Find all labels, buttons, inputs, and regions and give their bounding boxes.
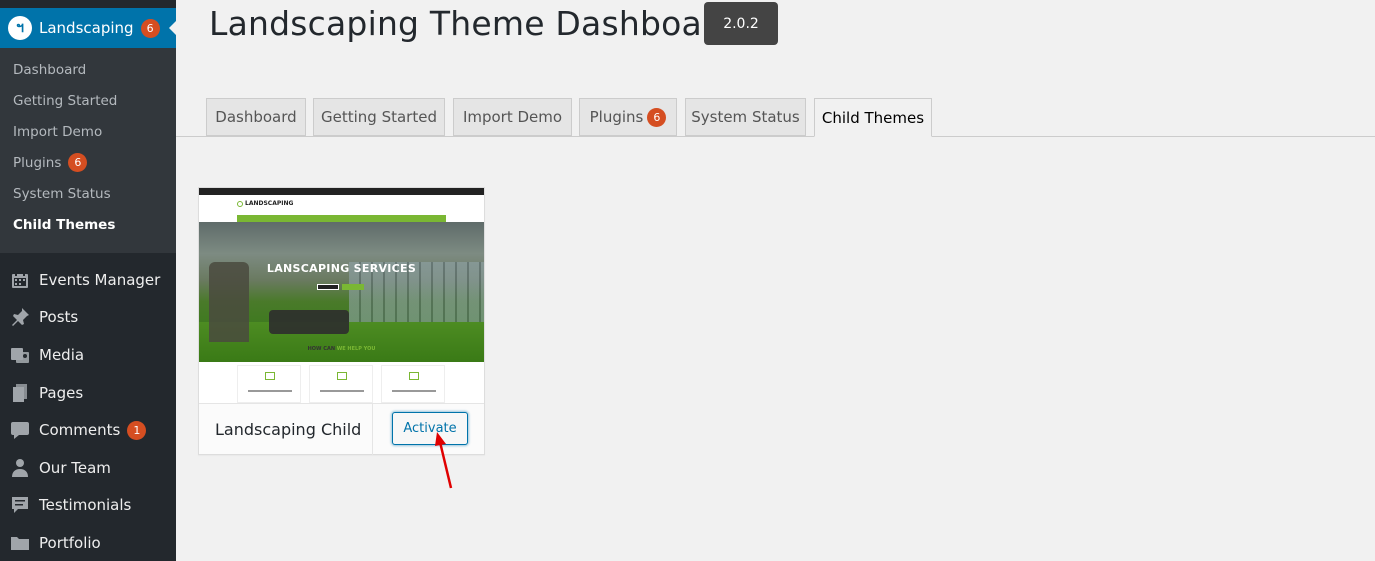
screenshot-cta-1: [317, 284, 339, 290]
submenu-item-import-demo[interactable]: Import Demo: [0, 116, 176, 147]
menu-label: Media: [39, 345, 85, 364]
testimonial-icon: [10, 495, 30, 515]
submenu-label: Child Themes: [13, 216, 116, 233]
media-icon: [10, 345, 30, 365]
section-title-prefix: HOW CAN: [307, 346, 337, 352]
version-badge: 2.0.2: [704, 2, 778, 45]
submenu-item-dashboard[interactable]: Dashboard: [0, 54, 176, 85]
tab-dashboard[interactable]: Dashboard: [206, 98, 306, 136]
menu-label: Testimonials: [39, 496, 132, 515]
menu-item-label: Landscaping: [39, 19, 134, 37]
page-title: Landscaping Theme Dashboard: [209, 4, 737, 43]
service-icon: [409, 372, 419, 380]
admin-sidebar: ฯ Landscaping 6 Dashboard Getting Starte…: [0, 0, 177, 561]
screenshot-mower: [269, 310, 349, 334]
tab-label: Child Themes: [821, 108, 925, 127]
screenshot-cta-2: [342, 284, 364, 290]
theme-name: Landscaping Child: [215, 420, 362, 439]
tab-label: Dashboard: [215, 108, 297, 126]
tab-label: Plugins: [589, 108, 644, 126]
plugins-tab-badge: 6: [647, 107, 667, 127]
submenu-label: Getting Started: [13, 92, 118, 109]
tab-plugins[interactable]: Plugins 6: [579, 98, 677, 136]
submenu-item-plugins[interactable]: Plugins 6: [0, 147, 176, 178]
menu-item-landscaping[interactable]: ฯ Landscaping 6: [0, 8, 177, 48]
footer-divider: [372, 404, 373, 455]
screenshot-nav-bar: [237, 215, 446, 222]
menu-item-pages[interactable]: Pages: [0, 374, 176, 412]
tab-label: System Status: [691, 108, 800, 126]
screenshot-hero-image: [199, 222, 484, 362]
menu-label: Comments: [39, 421, 121, 440]
person-icon: [10, 458, 30, 478]
submenu-item-system-status[interactable]: System Status: [0, 178, 176, 209]
tab-system-status[interactable]: System Status: [685, 98, 806, 136]
menu-item-events-manager[interactable]: Events Manager: [0, 261, 176, 299]
submenu-item-getting-started[interactable]: Getting Started: [0, 85, 176, 116]
dashboard-tabs: Dashboard Getting Started Import Demo Pl…: [176, 98, 1375, 137]
menu-label: Posts: [39, 308, 79, 327]
menu-label: Events Manager: [39, 270, 161, 289]
update-count-badge: 6: [140, 18, 160, 38]
submenu-label: Dashboard: [13, 61, 87, 78]
tab-child-themes[interactable]: Child Themes: [814, 98, 932, 137]
menu-item-media[interactable]: Media: [0, 336, 176, 374]
screenshot-logo-mark: [237, 201, 243, 207]
submenu-label: Plugins: [13, 154, 62, 171]
service-line: [248, 390, 292, 392]
theme-screenshot: LANDSCAPING LANSCAPING SERVICES HOW CAN …: [199, 188, 484, 403]
plugins-count-badge: 6: [68, 153, 88, 172]
main-content: Landscaping Theme Dashboard 2.0.2 Dashbo…: [176, 0, 1375, 561]
menu-label: Our Team: [39, 458, 111, 477]
pages-icon: [10, 383, 30, 403]
screenshot-service-box: [237, 365, 301, 403]
service-line: [392, 390, 436, 392]
menu-item-our-team[interactable]: Our Team: [0, 449, 176, 487]
menu-item-posts[interactable]: Posts: [0, 299, 176, 337]
screenshot-section-title: HOW CAN WE HELP YOU: [199, 346, 484, 352]
tab-getting-started[interactable]: Getting Started: [313, 98, 445, 136]
service-icon: [265, 372, 275, 380]
screenshot-service-box: [381, 365, 445, 403]
comment-icon: [10, 420, 30, 440]
screenshot-topbar: [199, 188, 484, 195]
folder-icon: [10, 533, 30, 553]
landscaping-submenu: Dashboard Getting Started Import Demo Pl…: [0, 48, 176, 253]
screenshot-service-box: [309, 365, 373, 403]
pin-icon: [10, 307, 30, 327]
screenshot-logo-text: LANDSCAPING: [245, 200, 294, 207]
red-arrow-annotation: [435, 432, 453, 489]
calendar-icon: [10, 270, 30, 290]
landscaping-logo-icon: ฯ: [8, 16, 32, 40]
submenu-label: Import Demo: [13, 123, 103, 140]
service-icon: [337, 372, 347, 380]
submenu-label: System Status: [13, 185, 111, 202]
menu-label: Portfolio: [39, 533, 101, 552]
tab-label: Import Demo: [462, 108, 563, 126]
submenu-item-child-themes[interactable]: Child Themes: [0, 209, 176, 240]
menu-item-portfolio[interactable]: Portfolio: [0, 524, 176, 561]
tab-label: Getting Started: [321, 108, 437, 126]
menu-item-testimonials[interactable]: Testimonials: [0, 487, 176, 525]
menu-label: Pages: [39, 383, 84, 402]
screenshot-hero-title: LANSCAPING SERVICES: [266, 262, 417, 275]
section-title-accent: WE HELP YOU: [336, 346, 376, 352]
menu-item-comments[interactable]: Comments 1: [0, 411, 176, 449]
service-line: [320, 390, 364, 392]
comments-count-badge: 1: [127, 420, 147, 440]
theme-card: LANDSCAPING LANSCAPING SERVICES HOW CAN …: [198, 187, 485, 455]
admin-menu: Events Manager Posts Media Pages Comment…: [0, 261, 176, 561]
tab-import-demo[interactable]: Import Demo: [453, 98, 572, 136]
